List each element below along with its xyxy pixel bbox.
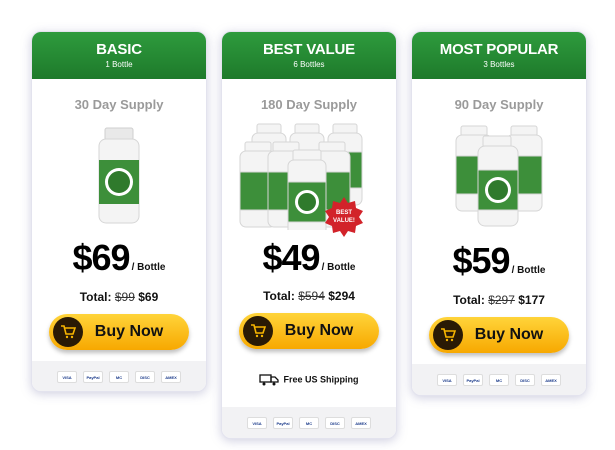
amex-icon: AMEX: [541, 374, 561, 386]
total-line: Total: $594 $294: [222, 289, 396, 303]
product-image: [412, 122, 586, 232]
cart-icon: [243, 316, 273, 346]
price-unit: / Bottle: [321, 262, 356, 273]
price-unit: / Bottle: [511, 265, 546, 276]
mastercard-icon: MC: [299, 417, 319, 429]
total-old-price: $99: [114, 290, 135, 304]
card-subtitle: 3 Bottles: [483, 60, 515, 69]
price: $69/ Bottle: [32, 237, 206, 279]
price-amount: $59: [452, 240, 511, 281]
buy-now-button[interactable]: Buy Now: [239, 313, 379, 349]
card-header: MOST POPULAR 3 Bottles: [412, 32, 586, 79]
total-label: Total:: [263, 289, 295, 303]
price: $49/ Bottle: [222, 237, 396, 279]
price-amount: $69: [72, 237, 131, 278]
total-label: Total:: [453, 293, 485, 307]
price: $59/ Bottle: [412, 240, 586, 282]
visa-icon: VISA: [437, 374, 457, 386]
pricing-card-basic: BASIC 1 Bottle 30 Day Supply $69/ Bottle…: [31, 31, 207, 392]
supply-label: 90 Day Supply: [454, 97, 544, 112]
cart-icon: [433, 320, 463, 350]
amex-icon: AMEX: [351, 417, 371, 429]
product-image: [32, 124, 206, 229]
product-image: [222, 120, 396, 239]
supply-label: 180 Day Supply: [260, 97, 358, 112]
badge-text: BEST VALUE!: [333, 210, 355, 224]
card-title: BASIC: [96, 41, 142, 58]
pricing-card-most-popular: MOST POPULAR 3 Bottles 90 Day Supply $59…: [411, 31, 587, 396]
total-line: Total: $99 $69: [32, 290, 206, 304]
card-subtitle: 1 Bottle: [105, 60, 133, 69]
card-header: BASIC 1 Bottle: [32, 32, 206, 79]
buy-now-button[interactable]: Buy Now: [49, 314, 189, 350]
payment-methods: VISA PayPal MC DISC AMEX: [222, 407, 396, 438]
supply-label: 30 Day Supply: [74, 97, 164, 112]
pricing-card-best-value: BEST VALUE 6 Bottles 180 Day Supply BEST…: [221, 31, 397, 439]
total-new-price: $294: [328, 289, 355, 303]
total-old-price: $297: [488, 293, 515, 307]
free-shipping-label: Free US Shipping: [283, 374, 359, 385]
free-shipping: Free US Shipping: [222, 374, 396, 386]
price-amount: $49: [262, 237, 321, 278]
buy-now-button[interactable]: Buy Now: [429, 317, 569, 353]
truck-icon: [259, 374, 280, 386]
payment-methods: VISA PayPal MC DISC AMEX: [412, 364, 586, 395]
buy-now-label: Buy Now: [474, 326, 544, 343]
discover-icon: DISC: [325, 417, 345, 429]
total-line: Total: $297 $177: [412, 293, 586, 307]
paypal-icon: PayPal: [83, 371, 103, 383]
mastercard-icon: MC: [489, 374, 509, 386]
mastercard-icon: MC: [109, 371, 129, 383]
buy-now-label: Buy Now: [284, 322, 354, 339]
cart-icon: [53, 317, 83, 347]
paypal-icon: PayPal: [273, 417, 293, 429]
card-header: BEST VALUE 6 Bottles: [222, 32, 396, 79]
card-title: MOST POPULAR: [439, 41, 559, 58]
paypal-icon: PayPal: [463, 374, 483, 386]
discover-icon: DISC: [515, 374, 535, 386]
payment-methods: VISA PayPal MC DISC AMEX: [32, 361, 206, 391]
buy-now-label: Buy Now: [94, 323, 164, 340]
total-label: Total:: [79, 290, 112, 304]
visa-icon: VISA: [57, 371, 77, 383]
price-unit: / Bottle: [131, 262, 166, 273]
best-value-badge: BEST VALUE!: [324, 197, 364, 237]
total-new-price: $177: [518, 293, 545, 307]
card-title: BEST VALUE: [263, 41, 355, 58]
amex-icon: AMEX: [161, 371, 181, 383]
discover-icon: DISC: [135, 371, 155, 383]
total-old-price: $594: [298, 289, 325, 303]
visa-icon: VISA: [247, 417, 267, 429]
total-new-price: $69: [138, 290, 159, 304]
card-subtitle: 6 Bottles: [293, 60, 325, 69]
